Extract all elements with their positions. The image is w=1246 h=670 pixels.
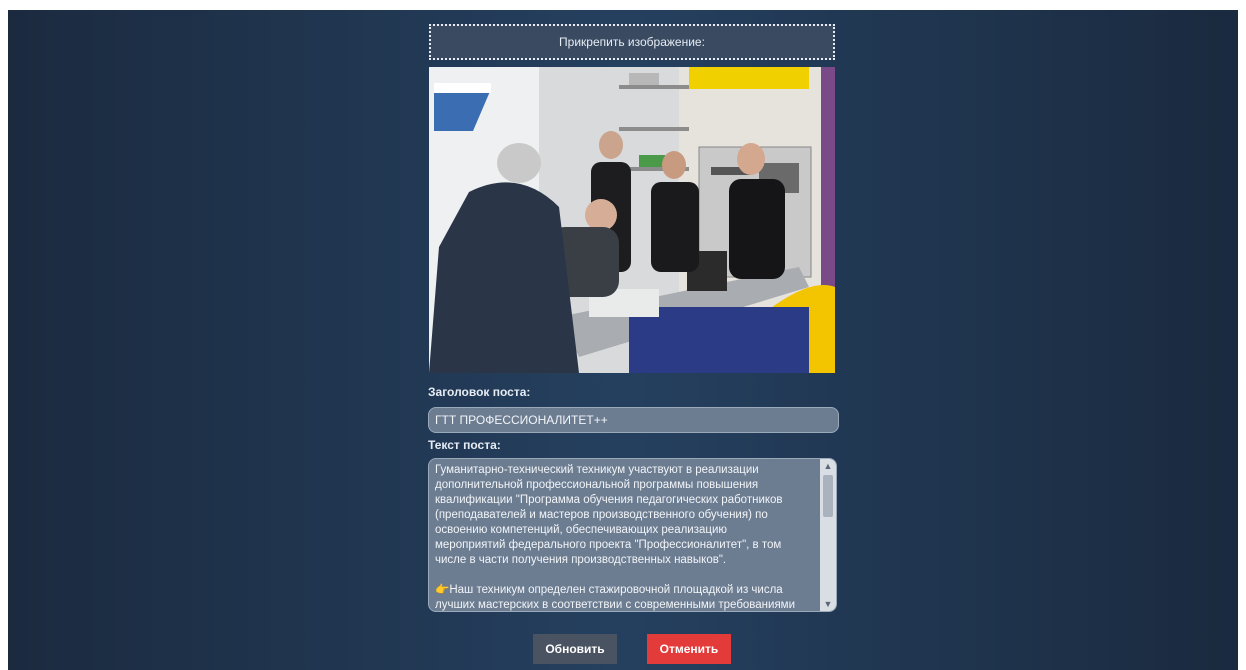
post-title-input[interactable]: [428, 407, 839, 433]
attached-photo: [429, 67, 835, 373]
post-text-area-wrapper: Гуманитарно-технический техникум участву…: [428, 458, 837, 612]
attach-image-button[interactable]: Прикрепить изображение:: [429, 24, 835, 60]
post-text-scrollbar[interactable]: ▲ ▼: [820, 459, 836, 611]
cancel-button[interactable]: Отменить: [647, 634, 731, 664]
post-text-label: Текст поста:: [428, 438, 501, 452]
chevron-down-icon[interactable]: ▼: [820, 597, 836, 611]
chevron-up-icon[interactable]: ▲: [820, 459, 836, 473]
post-title-label: Заголовок поста:: [428, 385, 531, 399]
post-edit-panel: Прикрепить изображение: Заголовок поста:…: [8, 10, 1238, 670]
update-button[interactable]: Обновить: [533, 634, 617, 664]
post-text-area[interactable]: Гуманитарно-технический техникум участву…: [429, 459, 806, 611]
scrollbar-thumb[interactable]: [823, 475, 833, 517]
